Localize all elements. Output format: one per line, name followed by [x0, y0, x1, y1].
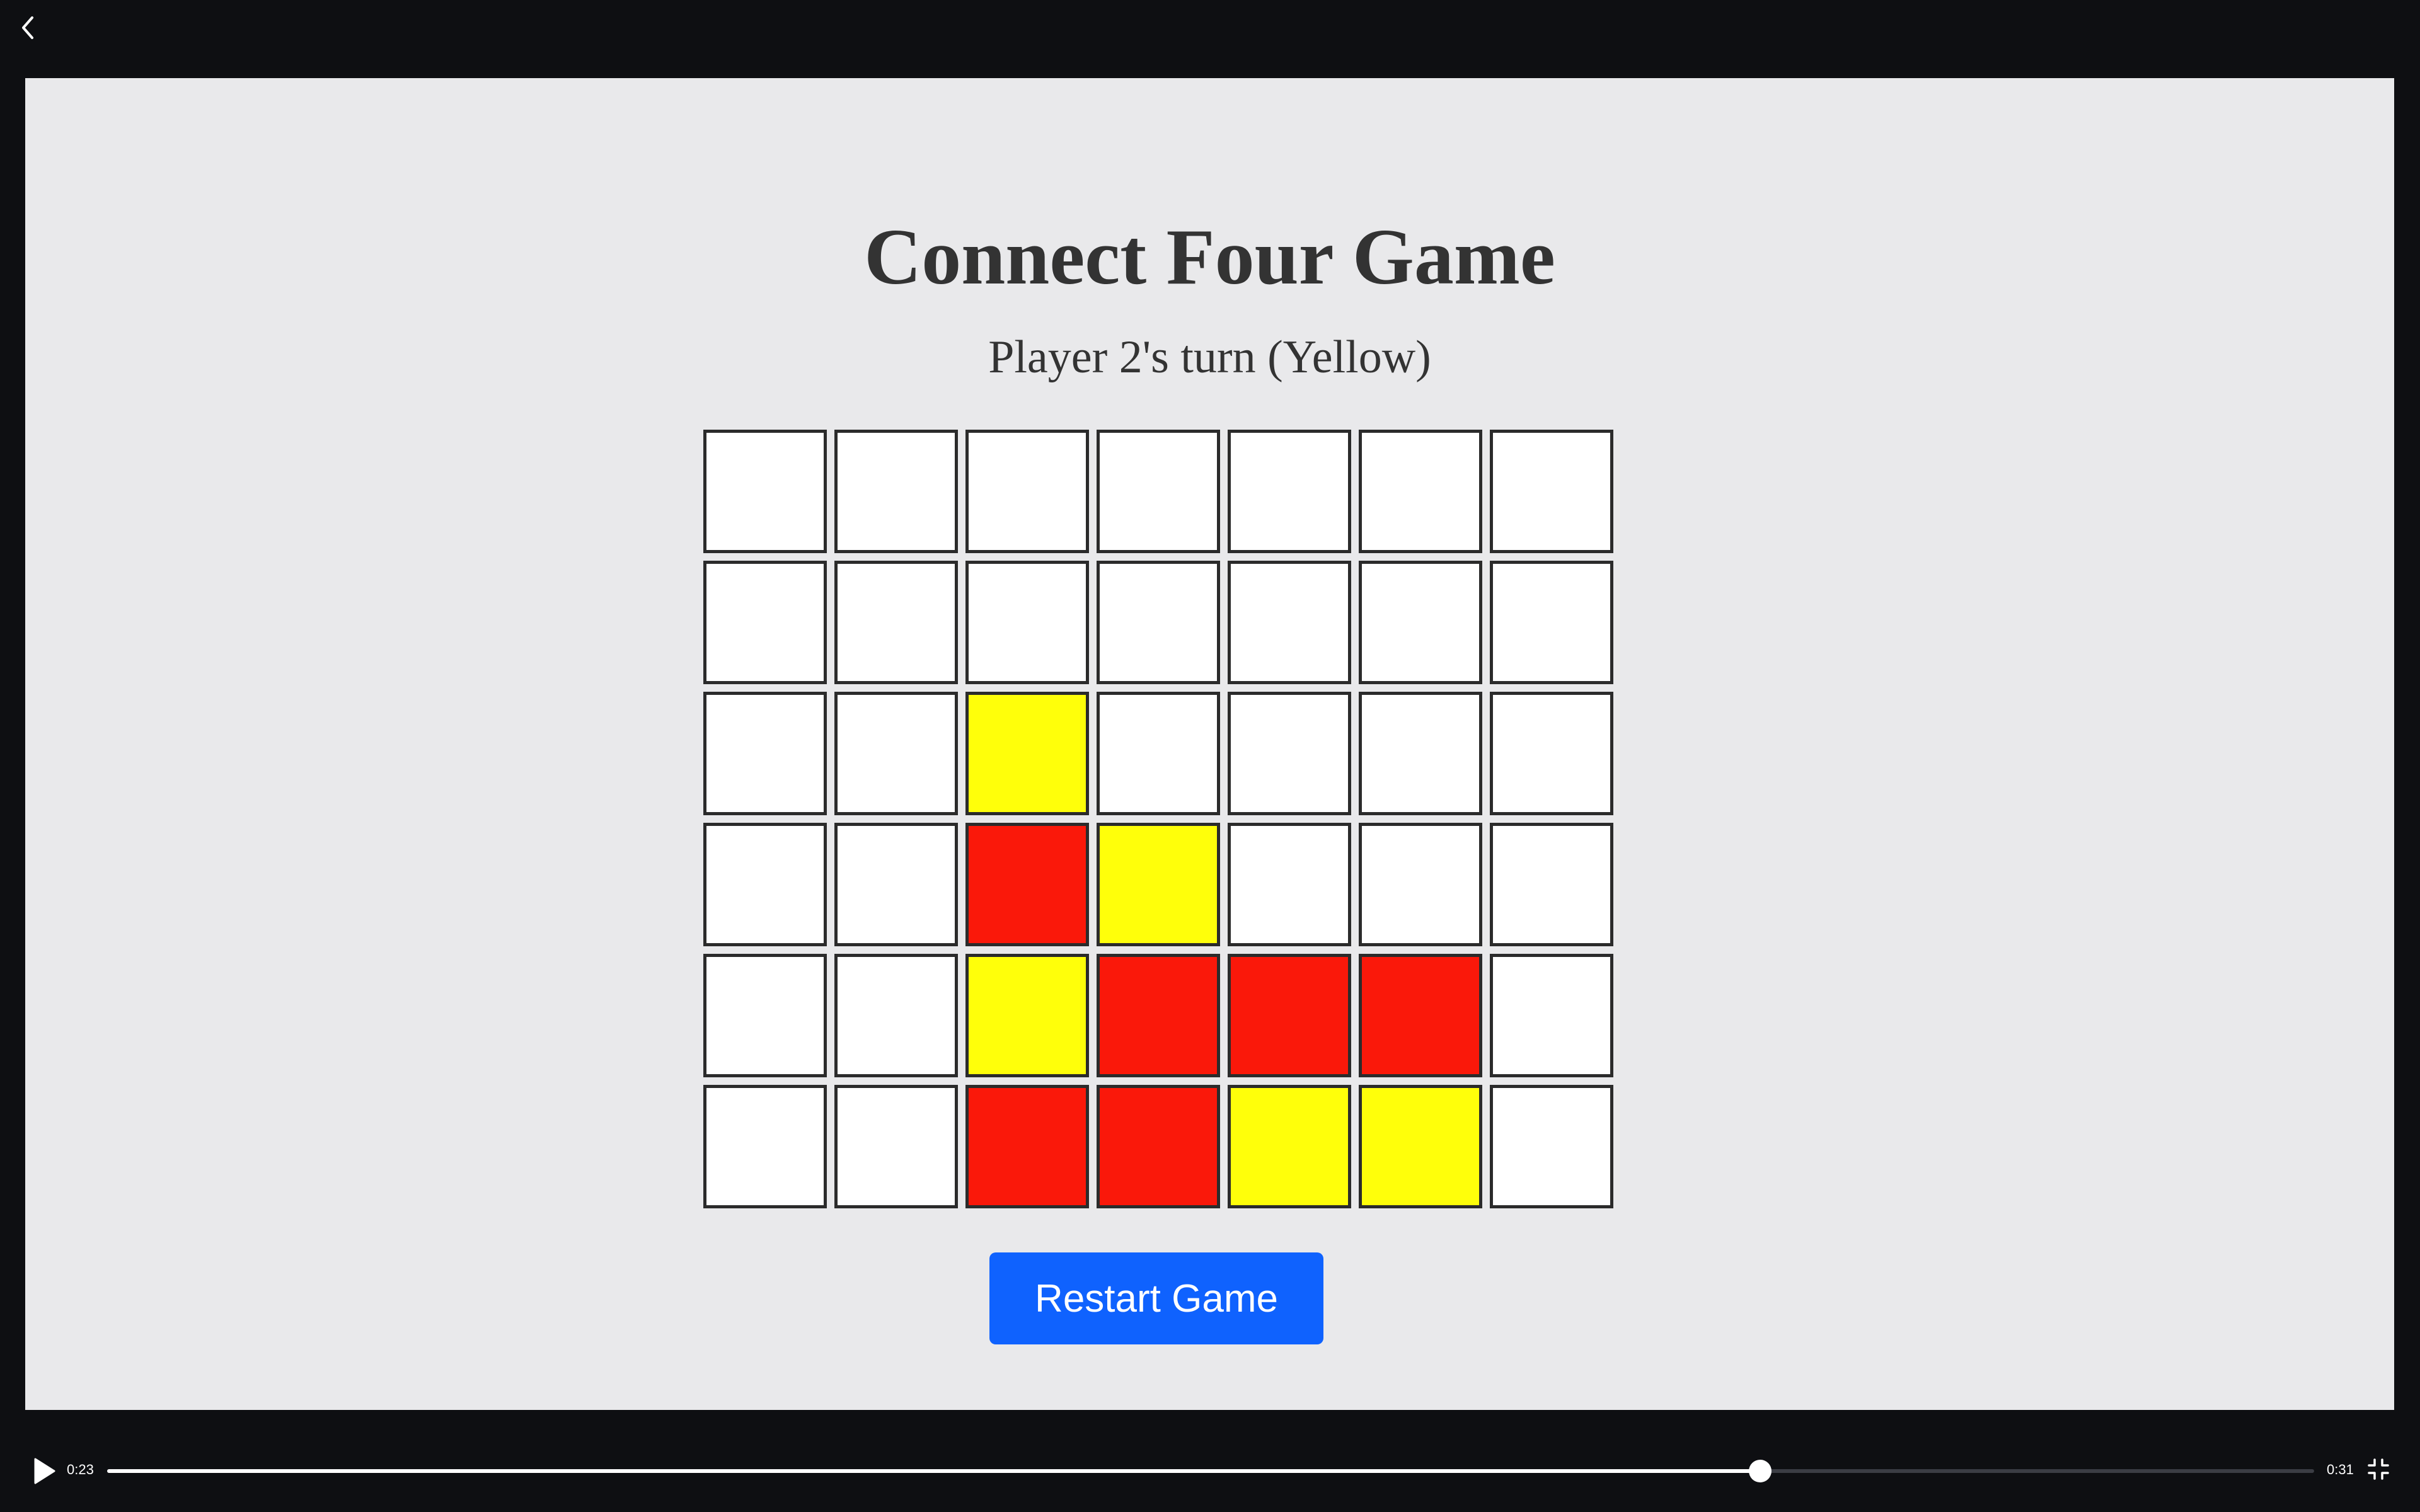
board-cell-red[interactable] [1097, 954, 1220, 1077]
board-cell-empty[interactable] [834, 823, 958, 946]
board-cell-empty[interactable] [1228, 823, 1351, 946]
board-cell-yellow[interactable] [965, 692, 1089, 815]
board-cell-yellow[interactable] [1228, 1085, 1351, 1208]
exit-fullscreen-icon [2368, 1458, 2389, 1480]
playback-controls: 0:23 0:31 [0, 1436, 2420, 1506]
board-cell-red[interactable] [965, 1085, 1089, 1208]
seek-bar-progress [107, 1469, 1760, 1473]
elapsed-time: 0:23 [67, 1462, 94, 1477]
play-icon [34, 1458, 55, 1484]
board-cell-empty[interactable] [703, 692, 827, 815]
page-title: Connect Four Game [864, 214, 1555, 301]
chevron-left-icon [22, 16, 33, 39]
board-cell-empty[interactable] [703, 823, 827, 946]
board-cell-empty[interactable] [1490, 561, 1613, 684]
board-cell-empty[interactable] [834, 1085, 958, 1208]
board-cell-empty[interactable] [1359, 561, 1482, 684]
restart-game-button[interactable]: Restart Game [989, 1252, 1323, 1344]
board-cell-empty[interactable] [1490, 823, 1613, 946]
board-cell-empty[interactable] [1228, 430, 1351, 553]
board-cell-empty[interactable] [1228, 692, 1351, 815]
board-cell-empty[interactable] [703, 954, 827, 1077]
board-cell-yellow[interactable] [1097, 823, 1220, 946]
board-cell-empty[interactable] [1490, 1085, 1613, 1208]
game-board [703, 430, 1617, 1211]
board-cell-empty[interactable] [1490, 954, 1613, 1077]
board-cell-empty[interactable] [1097, 430, 1220, 553]
board-cell-empty[interactable] [1097, 561, 1220, 684]
board-cell-red[interactable] [1359, 954, 1482, 1077]
board-cell-empty[interactable] [703, 430, 827, 553]
board-cell-empty[interactable] [834, 954, 958, 1077]
board-cell-empty[interactable] [1228, 561, 1351, 684]
board-cell-empty[interactable] [1359, 692, 1482, 815]
board-cell-red[interactable] [965, 823, 1089, 946]
seek-bar-thumb[interactable] [1748, 1460, 1772, 1482]
board-cell-yellow[interactable] [1359, 1085, 1482, 1208]
board-cell-empty[interactable] [1490, 692, 1613, 815]
board-cell-empty[interactable] [965, 561, 1089, 684]
board-cell-empty[interactable] [1359, 823, 1482, 946]
exit-fullscreen-button[interactable] [2367, 1458, 2390, 1480]
board-cell-yellow[interactable] [965, 954, 1089, 1077]
play-button[interactable] [30, 1457, 58, 1486]
back-button[interactable] [15, 13, 40, 43]
total-duration: 0:31 [2327, 1462, 2354, 1477]
board-cell-red[interactable] [1228, 954, 1351, 1077]
video-player-window: Connect Four Game Player 2's turn (Yello… [0, 0, 2420, 1512]
seek-bar[interactable] [107, 1460, 2314, 1482]
board-cell-empty[interactable] [965, 430, 1089, 553]
board-cell-empty[interactable] [834, 561, 958, 684]
board-cell-empty[interactable] [834, 430, 958, 553]
board-cell-red[interactable] [1097, 1085, 1220, 1208]
board-cell-empty[interactable] [703, 561, 827, 684]
board-cell-empty[interactable] [1097, 692, 1220, 815]
board-cell-empty[interactable] [703, 1085, 827, 1208]
board-cell-empty[interactable] [834, 692, 958, 815]
game-viewport: Connect Four Game Player 2's turn (Yello… [25, 78, 2394, 1410]
board-cell-empty[interactable] [1490, 430, 1613, 553]
turn-status: Player 2's turn (Yellow) [988, 331, 1431, 383]
board-cell-empty[interactable] [1359, 430, 1482, 553]
